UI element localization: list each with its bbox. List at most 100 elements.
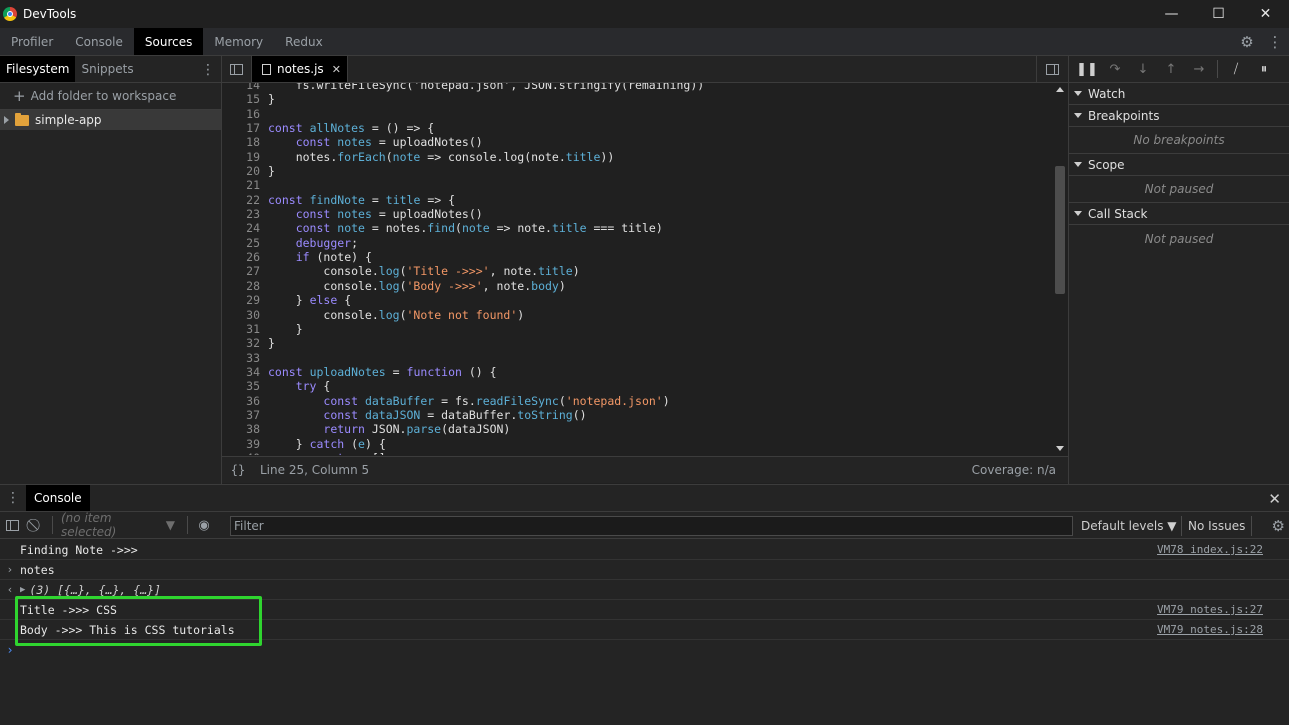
scroll-thumb[interactable]: [1055, 166, 1065, 294]
call-stack-label: Call Stack: [1088, 206, 1148, 221]
code-line: 40 return []: [222, 451, 704, 455]
pause-on-exceptions-icon[interactable]: ⏸: [1250, 56, 1278, 83]
code-line: 36 const dataBuffer = fs.readFileSync('n…: [246, 393, 670, 408]
step-out-icon[interactable]: ↑: [1157, 56, 1185, 83]
collapse-arrow-icon: [1074, 162, 1082, 167]
code-line: 17 const allNotes = () => {: [246, 121, 435, 136]
message-text: Finding Note ->>>: [20, 542, 138, 557]
tab-memory[interactable]: Memory: [203, 28, 274, 55]
collapse-arrow-icon: [1074, 113, 1082, 118]
drawer-more-icon[interactable]: ⋮: [0, 485, 26, 511]
plus-icon: +: [13, 87, 26, 105]
issues-button[interactable]: No Issues: [1181, 516, 1253, 536]
file-icon: [262, 63, 271, 75]
console-prompt[interactable]: ›: [0, 640, 1289, 660]
collapse-arrow-icon: [1074, 91, 1082, 96]
step-into-icon[interactable]: ↓: [1129, 56, 1157, 83]
tab-snippets[interactable]: Snippets: [75, 56, 139, 82]
close-drawer-icon[interactable]: ✕: [1268, 485, 1281, 512]
toggle-navigator-button[interactable]: [222, 56, 252, 82]
scroll-down-arrow-icon[interactable]: [1056, 446, 1064, 451]
code-line: 24 const note = notes.find(note => note.…: [246, 221, 663, 236]
tab-filesystem[interactable]: Filesystem: [0, 56, 76, 82]
deactivate-breakpoints-icon[interactable]: ⧸: [1222, 56, 1250, 83]
clear-console-icon[interactable]: ⃠: [24, 512, 48, 539]
add-folder-label: Add folder to workspace: [30, 89, 177, 103]
code-area[interactable]: 14 fs.writeFileSync('notepad.json', JSON…: [222, 83, 1068, 455]
navigator-more-icon[interactable]: ⋮: [201, 56, 215, 83]
code-line: 20}: [246, 164, 275, 179]
live-expression-eye-icon[interactable]: ◉: [192, 512, 216, 539]
expand-arrow-icon[interactable]: [4, 116, 9, 124]
code-line: 19 notes.forEach(note => console.log(not…: [246, 149, 615, 164]
code-line: 21: [246, 178, 260, 193]
code-line: 18 const notes = uploadNotes(): [246, 135, 483, 150]
input-text: notes: [20, 562, 55, 577]
scope-section[interactable]: Scope: [1069, 154, 1289, 176]
tree-item-label: simple-app: [35, 113, 102, 127]
tab-console[interactable]: Console: [64, 28, 134, 55]
chrome-logo-icon: [3, 7, 17, 21]
message-text: Body ->>> This is CSS tutorials: [20, 622, 235, 637]
editor-status-bar: {} Line 25, Column 5 Coverage: n/a: [222, 456, 1068, 483]
filter-input[interactable]: [230, 516, 1073, 536]
step-over-icon[interactable]: ↷: [1101, 56, 1129, 83]
file-tab-label: notes.js: [277, 62, 324, 76]
window-controls: — ☐ ✕: [1148, 0, 1289, 28]
expand-result-icon[interactable]: ▶: [20, 585, 25, 595]
console-settings-gear-icon[interactable]: ⚙: [1272, 512, 1285, 539]
more-options-icon[interactable]: ⋮: [1261, 28, 1289, 56]
code-editor: notes.js ✕ 14 fs.writeFileSync('notepad.…: [222, 56, 1068, 484]
scroll-up-arrow-icon[interactable]: [1056, 87, 1064, 92]
tab-redux[interactable]: Redux: [274, 28, 334, 55]
tab-profiler[interactable]: Profiler: [0, 28, 64, 55]
pretty-print-icon[interactable]: {}: [222, 463, 254, 477]
panel-right-icon: [1046, 64, 1059, 75]
code-line: 29 } else {: [246, 293, 352, 308]
call-stack-section[interactable]: Call Stack: [1069, 203, 1289, 225]
code-line: 22 const findNote = title => {: [246, 192, 456, 207]
close-tab-icon[interactable]: ✕: [332, 63, 341, 76]
call-stack-status-text: Not paused: [1144, 231, 1214, 246]
result-text[interactable]: (3) [{…}, {…}, {…}]: [29, 583, 161, 597]
file-tab-notes-js[interactable]: notes.js ✕: [252, 56, 348, 82]
code-line: 39 } catch (e) {: [246, 436, 386, 451]
log-levels-dropdown[interactable]: Default levels ▼: [1081, 512, 1177, 539]
panel-icon: [5, 519, 19, 531]
source-link[interactable]: VM79 notes.js:27: [1157, 603, 1263, 616]
drawer-tab-console[interactable]: Console: [26, 485, 90, 511]
source-link[interactable]: VM79 notes.js:28: [1157, 623, 1263, 636]
settings-gear-icon[interactable]: ⚙: [1233, 28, 1261, 56]
result-chevron-icon: ‹: [7, 583, 13, 596]
coverage-status: Coverage: n/a: [971, 463, 1056, 477]
code-line: 32}: [246, 336, 275, 351]
console-drawer: ⋮ Console ✕ ⃠ (no item selected) ▼ ◉ Def…: [0, 484, 1289, 725]
maximize-button[interactable]: ☐: [1195, 0, 1242, 28]
code-line: 16: [246, 106, 260, 121]
step-icon[interactable]: →: [1185, 56, 1213, 83]
code-line: 28 console.log('Body ->>>', note.body): [246, 278, 566, 293]
code-line: 15}: [246, 92, 275, 107]
source-link[interactable]: VM78 index.js:22: [1157, 543, 1263, 556]
toggle-debugger-button[interactable]: [1036, 56, 1068, 83]
tree-item-simple-app[interactable]: simple-app: [0, 110, 221, 130]
breakpoints-section[interactable]: Breakpoints: [1069, 105, 1289, 127]
minimize-button[interactable]: —: [1148, 0, 1195, 28]
tab-sources[interactable]: Sources: [133, 28, 204, 55]
show-sidebar-icon[interactable]: [0, 512, 24, 539]
console-message: Body ->>> This is CSS tutorials VM79 not…: [0, 620, 1289, 640]
scope-status-text: Not paused: [1069, 176, 1289, 203]
close-window-button[interactable]: ✕: [1242, 0, 1289, 28]
watch-section[interactable]: Watch: [1069, 83, 1289, 105]
code-line: 37 const dataJSON = dataBuffer.toString(…: [246, 407, 587, 422]
code-line: 33: [246, 350, 260, 365]
context-selector[interactable]: (no item selected) ▼: [61, 511, 183, 539]
pause-icon[interactable]: ❚❚: [1073, 56, 1101, 83]
code-line: 35 try {: [246, 379, 331, 394]
add-folder-button[interactable]: + Add folder to workspace: [0, 83, 221, 110]
debugger-sidebar: ❚❚ ↷ ↓ ↑ → ⧸ ⏸ Watch Breakpoints No brea…: [1068, 56, 1289, 484]
scope-label: Scope: [1088, 157, 1125, 172]
code-line: 30 console.log('Note not found'): [246, 307, 525, 322]
editor-scrollbar[interactable]: [1054, 83, 1066, 455]
message-text: Title ->>> CSS: [20, 602, 117, 617]
